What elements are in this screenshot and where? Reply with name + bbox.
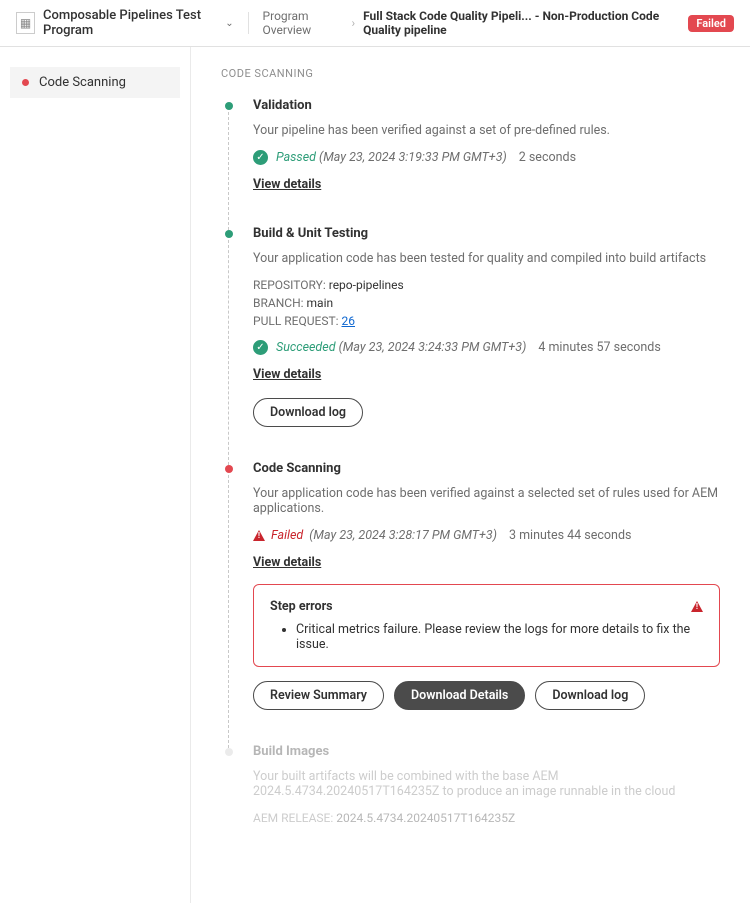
step-title: Build & Unit Testing [253,226,720,241]
review-summary-button[interactable]: Review Summary [253,681,384,710]
step-validation: Validation Your pipeline has been verifi… [225,98,720,226]
meta-pull-request: PULL REQUEST: 26 [253,314,720,328]
step-desc: Your pipeline has been verified against … [253,123,720,138]
sidebar-item-label: Code Scanning [39,75,126,90]
status-line: ✓ Succeeded (May 23, 2024 3:24:33 PM GMT… [253,340,720,355]
step-desc: Your application code has been verified … [253,486,720,516]
step-status-dot-icon [225,748,233,756]
step-code-scanning: Code Scanning Your application code has … [225,461,720,744]
section-label: CODE SCANNING [221,67,720,80]
timeline: Validation Your pipeline has been verifi… [225,98,720,863]
pull-request-link[interactable]: 26 [342,314,356,328]
step-desc: Your application code has been tested fo… [253,251,720,266]
status-text: Passed [276,150,316,165]
breadcrumb-item[interactable]: Program Overview [263,9,344,37]
check-circle-icon: ✓ [253,340,268,355]
program-dropdown[interactable]: Composable Pipelines Test Program ⌄ [43,8,234,38]
download-log-button[interactable]: Download log [535,681,645,710]
status-line: ✓ Passed (May 23, 2024 3:19:33 PM GMT+3)… [253,150,720,165]
view-details-link[interactable]: View details [253,367,321,382]
status-dot-icon [22,79,29,86]
duration: 4 minutes 57 seconds [538,340,661,355]
step-errors-box: Step errors Critical metrics failure. Pl… [253,584,720,667]
warning-icon [691,601,703,612]
check-circle-icon: ✓ [253,150,268,165]
meta-repository: REPOSITORY: repo-pipelines [253,278,720,292]
chevron-right-icon: › [351,16,355,30]
step-title: Code Scanning [253,461,720,476]
sidebar: Code Scanning [0,47,190,903]
error-item: Critical metrics failure. Please review … [296,622,703,652]
duration: 3 minutes 44 seconds [509,528,632,543]
step-build: Build & Unit Testing Your application co… [225,226,720,461]
step-status-dot-icon [225,465,233,473]
app-icon: ▦ [16,12,35,34]
status-badge: Failed [688,15,734,32]
header: ▦ Composable Pipelines Test Program ⌄ Pr… [0,0,750,47]
main-content: CODE SCANNING Validation Your pipeline h… [190,47,750,903]
sidebar-item-code-scanning[interactable]: Code Scanning [10,67,180,98]
timestamp: (May 23, 2024 3:28:17 PM GMT+3) [309,528,497,543]
meta-aem-release: AEM RELEASE: 2024.5.4734.20240517T164235… [253,811,720,825]
status-text: Failed [271,528,303,543]
download-details-button[interactable]: Download Details [394,681,525,710]
divider [248,12,249,34]
view-details-link[interactable]: View details [253,555,321,570]
step-desc: Your built artifacts will be combined wi… [253,769,720,799]
page-body: Code Scanning CODE SCANNING Validation Y… [0,47,750,903]
step-title: Build Images [253,744,720,759]
step-errors-title: Step errors [270,599,333,614]
step-build-images: Build Images Your built artifacts will b… [225,744,720,863]
action-buttons: Review Summary Download Details Download… [253,681,720,710]
timestamp: (May 23, 2024 3:24:33 PM GMT+3) [339,340,527,355]
breadcrumb-current: Full Stack Code Quality Pipeli... - Non-… [363,9,680,37]
view-details-link[interactable]: View details [253,177,321,192]
timestamp: (May 23, 2024 3:19:33 PM GMT+3) [319,150,507,165]
breadcrumb: Program Overview › Full Stack Code Quali… [263,9,734,37]
program-name: Composable Pipelines Test Program [43,8,221,38]
status-line: Failed (May 23, 2024 3:28:17 PM GMT+3) 3… [253,528,720,543]
duration: 2 seconds [519,150,576,165]
status-text: Succeeded [276,340,336,355]
step-status-dot-icon [225,230,233,238]
step-title: Validation [253,98,720,113]
step-status-dot-icon [225,102,233,110]
warning-icon [253,530,265,541]
download-log-button[interactable]: Download log [253,398,363,427]
meta-branch: BRANCH: main [253,296,720,310]
chevron-down-icon: ⌄ [225,18,233,29]
